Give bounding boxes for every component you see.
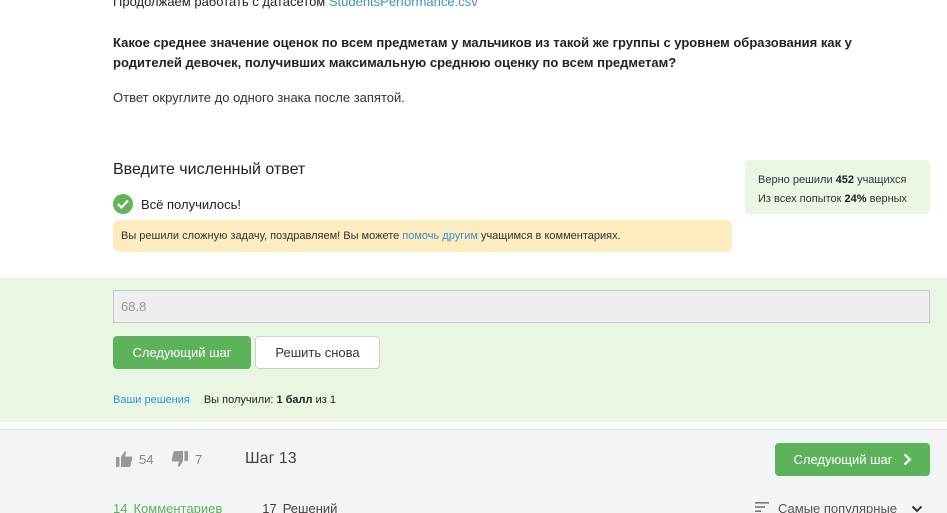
sort-label: Самые популярные xyxy=(778,501,898,513)
attempts-suffix: верных xyxy=(869,193,908,205)
congrats-notice: Вы решили сложную задачу, поздравляем! В… xyxy=(113,220,732,252)
comments-count: 14 xyxy=(113,501,128,513)
sort-dropdown[interactable]: Самые популярные xyxy=(755,501,923,513)
next-step-button[interactable]: Следующий шаг xyxy=(113,336,251,369)
stats-box: Верно решили 452 учащихся Из всех попыто… xyxy=(745,160,930,214)
dataset-link[interactable]: StudentsPerformance.csv xyxy=(329,0,478,9)
dislike-button[interactable]: 7 xyxy=(171,450,202,468)
intro-line: Продолжаем работать с датасетом Students… xyxy=(113,0,478,9)
comments-label: Комментариев xyxy=(133,501,223,513)
discussion-tabs: 14 Комментариев 17 Решений xyxy=(113,501,343,513)
footer-next-step-label: Следующий шаг xyxy=(793,452,893,467)
sort-lines-icon xyxy=(755,501,769,513)
your-solutions-link[interactable]: Ваши решения xyxy=(113,394,190,406)
notice-text: Вы решили сложную задачу, поздравляем! В… xyxy=(121,230,400,242)
solutions-count: 17 xyxy=(262,501,277,513)
solved-count: 452 xyxy=(835,174,855,186)
answer-input[interactable]: 68.8 xyxy=(113,290,930,323)
intro-text: Продолжаем работать с датасетом xyxy=(113,0,326,9)
attempts-prefix: Из всех попыток xyxy=(758,193,842,205)
score-row: Ваши решения Вы получили: 1 балл из 1 xyxy=(113,394,336,406)
thumbs-down-icon xyxy=(171,451,188,467)
dislike-count: 7 xyxy=(195,451,203,467)
solved-stat: Верно решили 452 учащихся xyxy=(758,171,930,190)
hint-text: Ответ округлите до одного знака после за… xyxy=(113,90,405,105)
tab-solutions[interactable]: 17 Решений xyxy=(262,501,343,513)
notice-text-end: учащимся в комментариях. xyxy=(480,230,621,242)
success-status: Всё получилось! xyxy=(113,194,241,214)
like-button[interactable]: 54 xyxy=(115,450,153,468)
help-others-link[interactable]: помочь другим xyxy=(402,230,478,242)
attempts-stat: Из всех попыток 24% верных xyxy=(758,190,930,209)
step-label: Шаг 13 xyxy=(245,450,297,467)
solved-prefix: Верно решили xyxy=(758,174,833,186)
step-page: Продолжаем работать с датасетом Students… xyxy=(0,0,947,513)
attempts-percent: 24% xyxy=(844,193,867,205)
solved-suffix: учащихся xyxy=(857,174,907,186)
success-text: Всё получилось! xyxy=(141,196,241,212)
score-suffix: из 1 xyxy=(315,394,336,406)
score-value: 1 балл xyxy=(276,394,313,406)
question-text: Какое среднее значение оценок по всем пр… xyxy=(113,35,852,70)
chevron-down-icon xyxy=(911,501,923,513)
score-prefix: Вы получили: xyxy=(203,394,274,406)
tab-comments[interactable]: 14 Комментариев xyxy=(113,501,228,513)
chevron-right-icon xyxy=(903,453,912,466)
answer-title: Введите численный ответ xyxy=(113,161,306,178)
check-circle-icon xyxy=(113,194,133,214)
retry-button[interactable]: Решить снова xyxy=(255,336,380,369)
thumbs-up-icon xyxy=(116,451,133,467)
solutions-label: Решений xyxy=(282,501,338,513)
like-count: 54 xyxy=(139,451,154,467)
footer-next-step-button[interactable]: Следующий шаг xyxy=(775,443,930,476)
